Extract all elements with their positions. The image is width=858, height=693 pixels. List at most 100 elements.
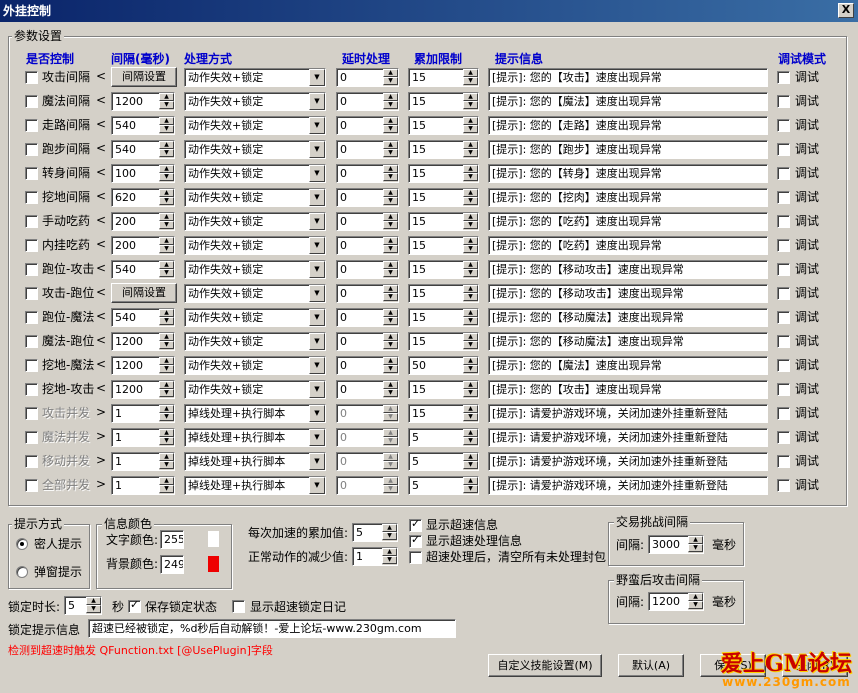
method-select[interactable]: 动作失效+锁定 ▼: [184, 116, 326, 135]
control-checkbox[interactable]: [25, 95, 38, 108]
hint-input[interactable]: [提示]: 您的【走路】速度出现异常: [488, 116, 768, 135]
hint-input[interactable]: [提示]: 请爱护游戏环境，关闭加速外挂重新登陆: [488, 476, 768, 495]
chevron-down-icon[interactable]: ▼: [309, 141, 325, 158]
interval-settings-button[interactable]: 间隔设置: [111, 67, 177, 87]
spinner-arrows-icon[interactable]: ▲ ▼: [383, 237, 398, 254]
hint-input[interactable]: [提示]: 您的【攻击】速度出现异常: [488, 380, 768, 399]
delay-spinner[interactable]: 0 ▲ ▼: [336, 356, 399, 375]
delay-spinner[interactable]: 0 ▲ ▼: [336, 404, 399, 423]
control-checkbox[interactable]: [25, 383, 38, 396]
method-select[interactable]: 动作失效+锁定 ▼: [184, 92, 326, 111]
save-lock-state-checkbox[interactable]: [128, 598, 141, 613]
spinner-arrows-icon[interactable]: ▲ ▼: [159, 261, 174, 278]
delay-spinner[interactable]: 0 ▲ ▼: [336, 332, 399, 351]
debug-checkbox[interactable]: [777, 119, 790, 132]
hint-input[interactable]: [提示]: 您的【移动攻击】速度出现异常: [488, 284, 768, 303]
spinner-arrows-icon[interactable]: ▲ ▼: [383, 117, 398, 134]
method-select[interactable]: 动作失效+锁定 ▼: [184, 260, 326, 279]
debug-checkbox[interactable]: [777, 167, 790, 180]
hint-input[interactable]: [提示]: 您的【跑步】速度出现异常: [488, 140, 768, 159]
control-checkbox[interactable]: [25, 167, 38, 180]
radio-popup[interactable]: [16, 566, 28, 578]
debug-checkbox[interactable]: [777, 383, 790, 396]
spinner-arrows-icon[interactable]: ▲ ▼: [463, 405, 478, 422]
limit-spinner[interactable]: 15 ▲ ▼: [408, 236, 479, 255]
hint-input[interactable]: [提示]: 请爱护游戏环境，关闭加速外挂重新登陆: [488, 404, 768, 423]
savage-interval-spinner[interactable]: 1200 ▲ ▼: [648, 592, 704, 611]
method-select[interactable]: 掉线处理+执行脚本 ▼: [184, 428, 326, 447]
method-select[interactable]: 动作失效+锁定 ▼: [184, 380, 326, 399]
chevron-down-icon[interactable]: ▼: [309, 453, 325, 470]
method-select[interactable]: 动作失效+锁定 ▼: [184, 284, 326, 303]
method-select[interactable]: 动作失效+锁定 ▼: [184, 140, 326, 159]
hint-input[interactable]: [提示]: 您的【挖肉】速度出现异常: [488, 188, 768, 207]
chevron-down-icon[interactable]: ▼: [309, 189, 325, 206]
interval-spinner[interactable]: 1200 ▲ ▼: [111, 92, 175, 111]
spinner-arrows-icon[interactable]: ▲ ▼: [383, 333, 398, 350]
limit-spinner[interactable]: 15 ▲ ▼: [408, 188, 479, 207]
debug-checkbox[interactable]: [777, 311, 790, 324]
default-button[interactable]: 默认(A): [618, 654, 684, 677]
method-select[interactable]: 动作失效+锁定 ▼: [184, 68, 326, 87]
spinner-arrows-icon[interactable]: ▲ ▼: [159, 189, 174, 206]
interval-spinner[interactable]: 1200 ▲ ▼: [111, 332, 175, 351]
spinner-arrows-icon[interactable]: ▲ ▼: [383, 141, 398, 158]
lock-duration-spinner[interactable]: 5 ▲ ▼: [64, 596, 102, 615]
spinner-arrows-icon[interactable]: ▲ ▼: [383, 477, 398, 494]
accum-spinner[interactable]: 5 ▲ ▼: [352, 523, 398, 542]
chevron-down-icon[interactable]: ▼: [309, 237, 325, 254]
control-checkbox[interactable]: [25, 143, 38, 156]
spinner-arrows-icon[interactable]: ▲ ▼: [463, 117, 478, 134]
control-checkbox[interactable]: [25, 191, 38, 204]
trade-interval-spinner[interactable]: 3000 ▲ ▼: [648, 535, 704, 554]
debug-checkbox[interactable]: [777, 479, 790, 492]
chevron-down-icon[interactable]: ▼: [309, 405, 325, 422]
delay-spinner[interactable]: 0 ▲ ▼: [336, 68, 399, 87]
limit-spinner[interactable]: 5 ▲ ▼: [408, 476, 479, 495]
delay-spinner[interactable]: 0 ▲ ▼: [336, 260, 399, 279]
hint-input[interactable]: [提示]: 您的【移动攻击】速度出现异常: [488, 260, 768, 279]
spinner-arrows-icon[interactable]: ▲ ▼: [688, 593, 703, 610]
debug-checkbox[interactable]: [777, 335, 790, 348]
spinner-arrows-icon[interactable]: ▲ ▼: [463, 453, 478, 470]
reduce-spinner[interactable]: 1 ▲ ▼: [352, 547, 398, 566]
spinner-arrows-icon[interactable]: ▲ ▼: [383, 285, 398, 302]
spinner-arrows-icon[interactable]: ▲ ▼: [463, 189, 478, 206]
control-checkbox[interactable]: [25, 431, 38, 444]
chevron-down-icon[interactable]: ▼: [309, 309, 325, 326]
chevron-down-icon[interactable]: ▼: [309, 117, 325, 134]
limit-spinner[interactable]: 15 ▲ ▼: [408, 68, 479, 87]
spinner-arrows-icon[interactable]: ▲ ▼: [159, 165, 174, 182]
limit-spinner[interactable]: 15 ▲ ▼: [408, 140, 479, 159]
spinner-arrows-icon[interactable]: ▲ ▼: [159, 141, 174, 158]
interval-spinner[interactable]: 1 ▲ ▼: [111, 476, 175, 495]
delay-spinner[interactable]: 0 ▲ ▼: [336, 188, 399, 207]
spinner-arrows-icon[interactable]: ▲ ▼: [463, 165, 478, 182]
spinner-arrows-icon[interactable]: ▲ ▼: [463, 93, 478, 110]
debug-checkbox[interactable]: [777, 71, 790, 84]
limit-spinner[interactable]: 15 ▲ ▼: [408, 164, 479, 183]
interval-spinner[interactable]: 1200 ▲ ▼: [111, 380, 175, 399]
delay-spinner[interactable]: 0 ▲ ▼: [336, 308, 399, 327]
spinner-arrows-icon[interactable]: ▲ ▼: [159, 357, 174, 374]
spinner-arrows-icon[interactable]: ▲ ▼: [159, 405, 174, 422]
method-select[interactable]: 动作失效+锁定 ▼: [184, 332, 326, 351]
spinner-arrows-icon[interactable]: ▲ ▼: [463, 213, 478, 230]
spinner-arrows-icon[interactable]: ▲ ▼: [383, 93, 398, 110]
method-select[interactable]: 掉线处理+执行脚本 ▼: [184, 452, 326, 471]
method-select[interactable]: 动作失效+锁定 ▼: [184, 212, 326, 231]
interval-spinner[interactable]: 100 ▲ ▼: [111, 164, 175, 183]
debug-checkbox[interactable]: [777, 215, 790, 228]
interval-spinner[interactable]: 200 ▲ ▼: [111, 212, 175, 231]
limit-spinner[interactable]: 15 ▲ ▼: [408, 332, 479, 351]
spinner-arrows-icon[interactable]: ▲ ▼: [159, 93, 174, 110]
control-checkbox[interactable]: [25, 263, 38, 276]
control-checkbox[interactable]: [25, 359, 38, 372]
hint-input[interactable]: [提示]: 您的【移动魔法】速度出现异常: [488, 308, 768, 327]
radio-private-message[interactable]: [16, 538, 28, 550]
spinner-arrows-icon[interactable]: ▲ ▼: [383, 189, 398, 206]
text-color-input[interactable]: 255: [160, 530, 184, 549]
debug-checkbox[interactable]: [777, 287, 790, 300]
spinner-arrows-icon[interactable]: ▲ ▼: [383, 405, 398, 422]
control-checkbox[interactable]: [25, 479, 38, 492]
